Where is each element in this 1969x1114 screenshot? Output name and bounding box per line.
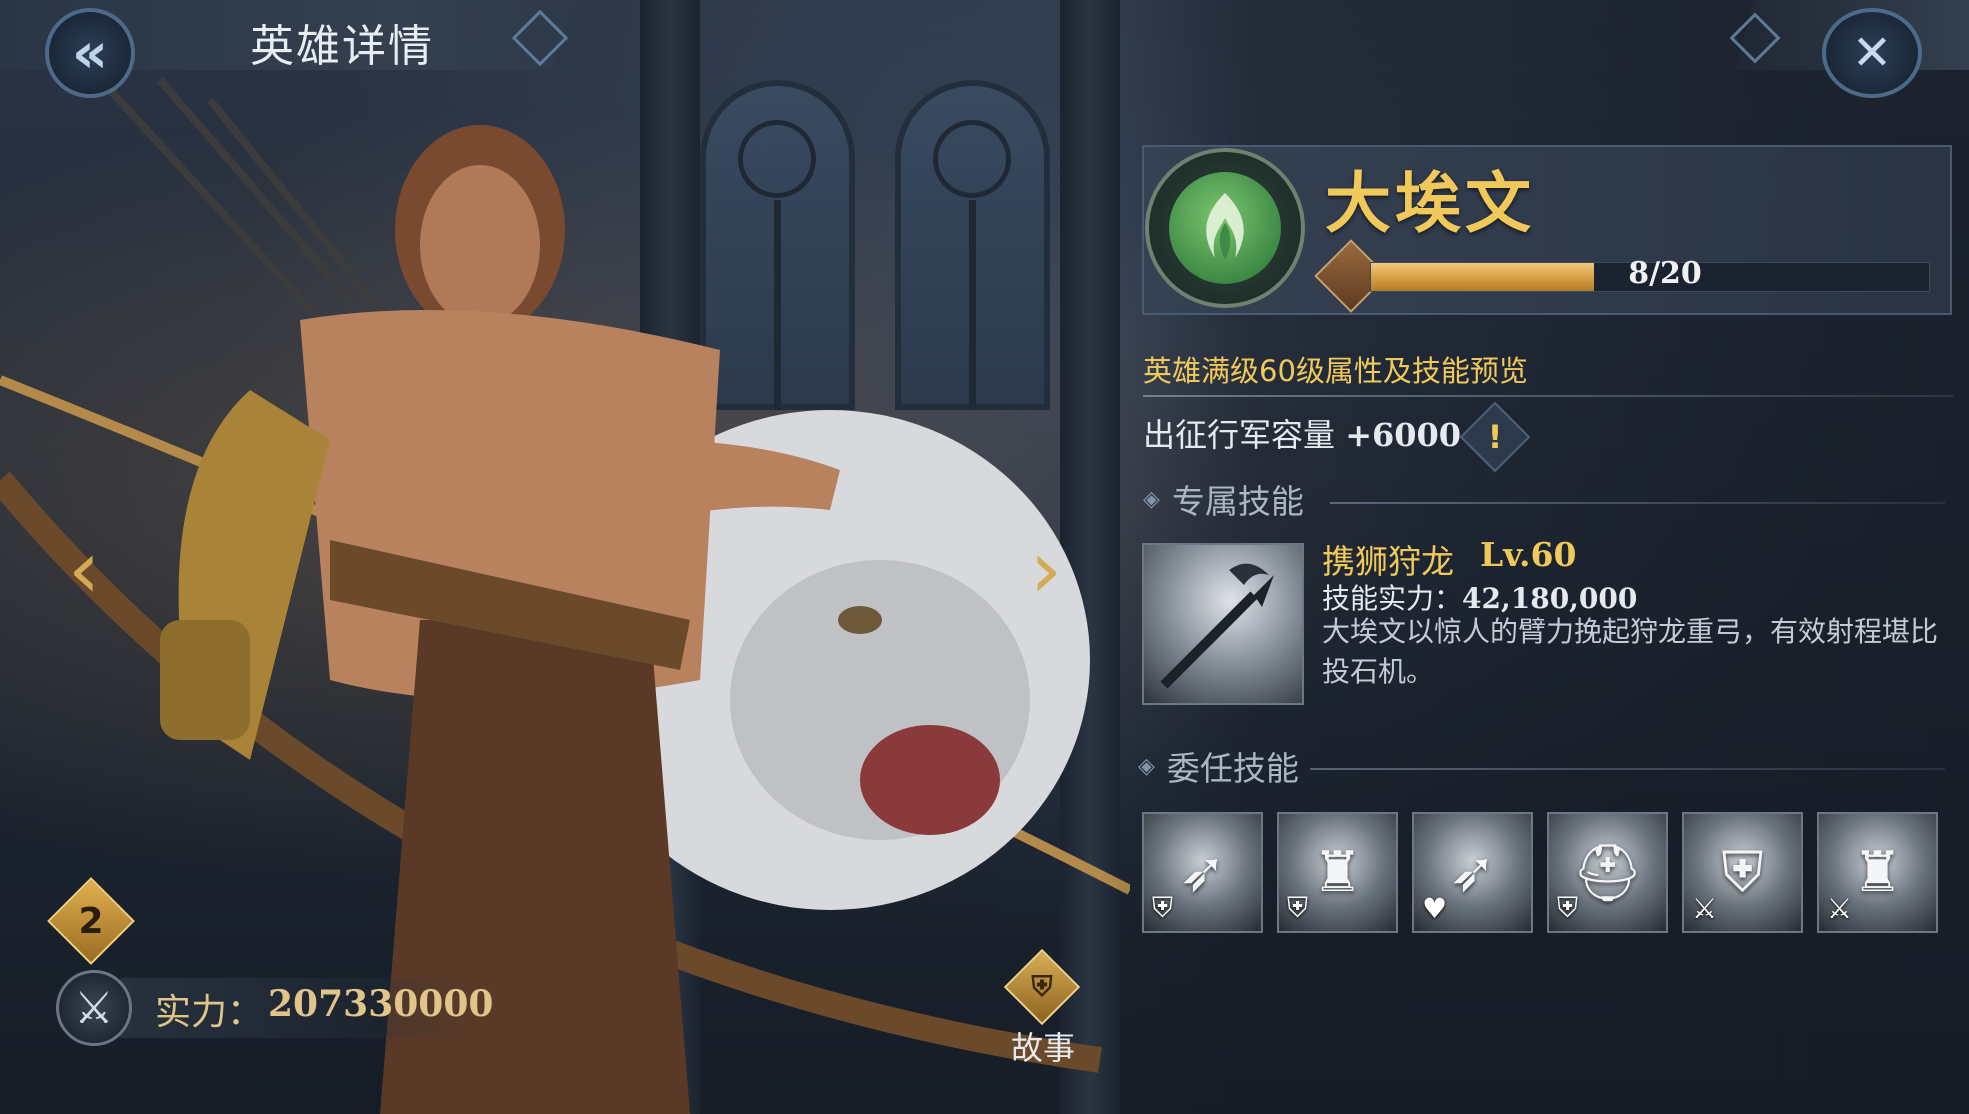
hero-name: 大埃文: [1325, 165, 1535, 242]
exclusive-skill-header: ◈ 专属技能: [1143, 475, 1304, 523]
exclusive-skill-level: Lv.60: [1480, 535, 1577, 574]
story-label: 故事: [1010, 1029, 1075, 1067]
divider: [1330, 502, 1945, 504]
rank-value: 2: [78, 900, 104, 942]
slot-badge-icon: ⚔: [1827, 892, 1853, 925]
assignment-skill-slot[interactable]: ⛑ ⛨: [1547, 812, 1668, 933]
helmet-scroll-icon: ⛨: [1003, 948, 1081, 1026]
assignment-skill-slot[interactable]: ♜ ⚔: [1817, 812, 1938, 933]
faction-emblem: [1145, 148, 1305, 308]
power-label: 实力：: [155, 992, 264, 1033]
divider: [1310, 768, 1945, 770]
exclusive-skill-name: 携狮狩龙: [1322, 542, 1454, 581]
assignment-skill-slot[interactable]: ➶ ⛨: [1142, 812, 1263, 933]
assignment-skill-slot[interactable]: ♜ ⛨: [1277, 812, 1398, 933]
green-flame-emblem-icon: [1169, 172, 1281, 284]
max-level-preview-text: 英雄满级60级属性及技能预览: [1143, 354, 1528, 388]
slot-badge-icon: ⛨: [1287, 891, 1309, 924]
skill-power-label: 技能实力：: [1322, 582, 1463, 615]
assignment-skill-slot[interactable]: ➶ ♥: [1412, 812, 1533, 933]
exclusive-skill-power: 技能实力：42,180,000: [1322, 577, 1637, 617]
section-arrow-icon: ◈: [1138, 753, 1155, 779]
double-chevron-left-icon: «: [71, 20, 109, 86]
crossed-swords-close-icon: ✕: [1851, 25, 1893, 81]
march-capacity-label: 出征行军容量: [1143, 416, 1336, 454]
slot-badge-icon: ♥: [1422, 892, 1448, 925]
page-title: 英雄详情: [250, 21, 434, 72]
slot-badge-icon: ⛨: [1152, 891, 1174, 924]
assignment-skill-title: 委任技能: [1166, 749, 1299, 788]
chevron-left-icon: ‹: [68, 523, 100, 616]
story-button[interactable]: ⛨ 故事: [1003, 948, 1083, 1070]
exclamation-icon: !: [1487, 418, 1503, 456]
march-capacity-value: +6000: [1345, 416, 1462, 454]
exclusive-skill-icon[interactable]: [1142, 543, 1304, 705]
hero-artwork: [0, 77, 1130, 1114]
assignment-skill-slot[interactable]: ⛨ ⚔: [1682, 812, 1803, 933]
close-button[interactable]: ✕: [1822, 8, 1922, 98]
exclusive-skill-description: 大埃文以惊人的臂力挽起狩龙重弓，有效射程堪比投石机。: [1322, 615, 1939, 688]
slot-badge-icon: ⛨: [1557, 891, 1579, 924]
crossed-swords-icon: ⚔: [56, 970, 132, 1046]
power-value: 207330000: [268, 983, 494, 1025]
previous-hero-button[interactable]: ‹: [68, 530, 118, 610]
assignment-skill-header: ◈ 委任技能: [1138, 742, 1299, 790]
lion-dragon-hunt-icon: [1160, 563, 1274, 689]
exclusive-skill-title: 专属技能: [1171, 482, 1304, 521]
shard-progress-fill: [1371, 263, 1595, 291]
skill-power-value: 42,180,000: [1462, 582, 1638, 615]
next-hero-button[interactable]: ›: [1030, 530, 1080, 610]
march-capacity: 出征行军容量 +6000: [1143, 410, 1461, 456]
back-button[interactable]: «: [45, 8, 135, 98]
assignment-skill-list: ➶ ⛨ ♜ ⛨ ➶ ♥ ⛑ ⛨ ⛨ ⚔ ♜ ⚔: [1142, 812, 1938, 933]
shard-progress-text: 8/20: [1628, 256, 1702, 291]
section-arrow-icon: ◈: [1143, 486, 1160, 512]
slot-badge-icon: ⚔: [1692, 892, 1718, 925]
chevron-right-icon: ›: [1030, 523, 1062, 616]
divider: [1143, 395, 1953, 397]
